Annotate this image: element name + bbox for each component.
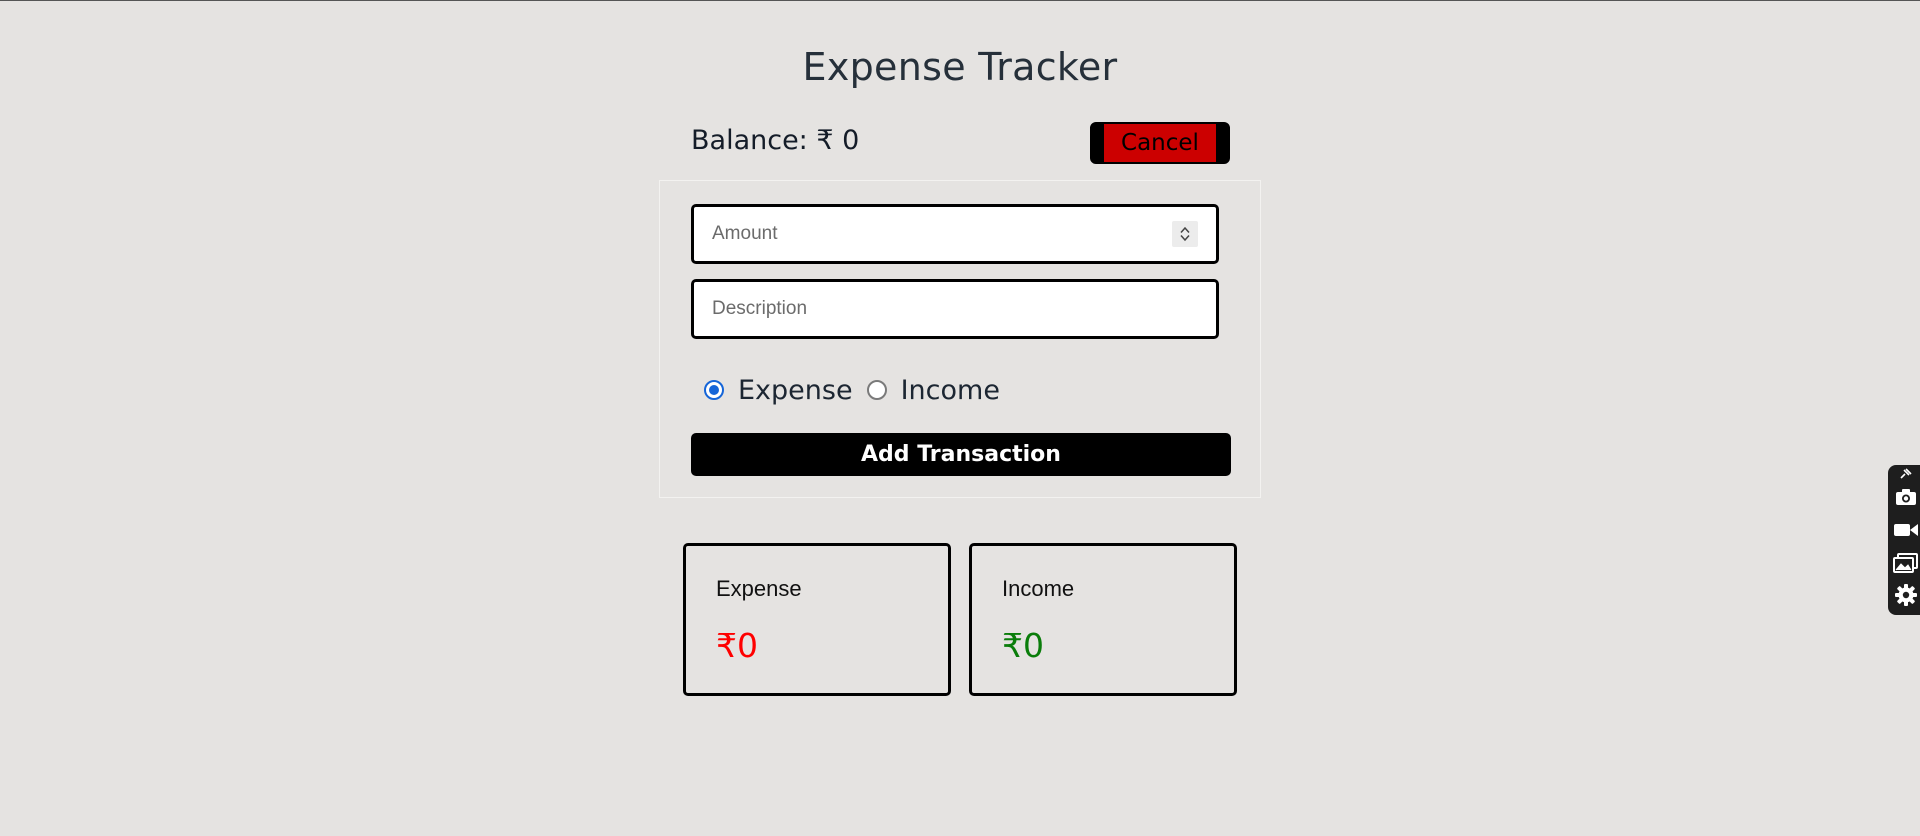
- gallery-icon[interactable]: [1892, 551, 1920, 575]
- add-transaction-button[interactable]: Add Transaction: [691, 433, 1231, 476]
- transaction-form: Expense Income Add Transaction: [659, 180, 1261, 498]
- transaction-type-group: Expense Income: [704, 370, 1014, 410]
- description-input[interactable]: [694, 282, 1152, 336]
- camera-icon[interactable]: [1892, 485, 1920, 509]
- income-card-value: ₹0: [1002, 626, 1044, 665]
- expense-radio-label[interactable]: Expense: [738, 375, 853, 406]
- chevron-up-icon[interactable]: [1179, 226, 1191, 234]
- amount-input[interactable]: [694, 207, 1152, 261]
- expense-summary-card: Expense ₹0: [683, 543, 951, 696]
- income-radio-label[interactable]: Income: [901, 375, 1000, 406]
- screen-capture-toolbar: [1888, 465, 1920, 615]
- gear-icon[interactable]: [1892, 583, 1920, 607]
- expense-radio[interactable]: [704, 380, 724, 400]
- page-title: Expense Tracker: [802, 45, 1118, 89]
- balance-display: Balance: ₹ 0: [691, 125, 860, 156]
- expense-card-title: Expense: [716, 576, 802, 601]
- income-summary-card: Income ₹0: [969, 543, 1237, 696]
- income-card-title: Income: [1002, 576, 1075, 601]
- expense-card-value: ₹0: [716, 626, 758, 665]
- description-field-wrapper: [691, 279, 1219, 339]
- chevron-down-icon[interactable]: [1179, 234, 1191, 242]
- amount-field-wrapper: [691, 204, 1219, 264]
- video-icon[interactable]: [1892, 518, 1920, 542]
- pin-icon[interactable]: [1892, 467, 1920, 481]
- income-radio[interactable]: [866, 380, 887, 400]
- cancel-button[interactable]: Cancel: [1090, 122, 1230, 164]
- amount-stepper[interactable]: [1172, 221, 1198, 247]
